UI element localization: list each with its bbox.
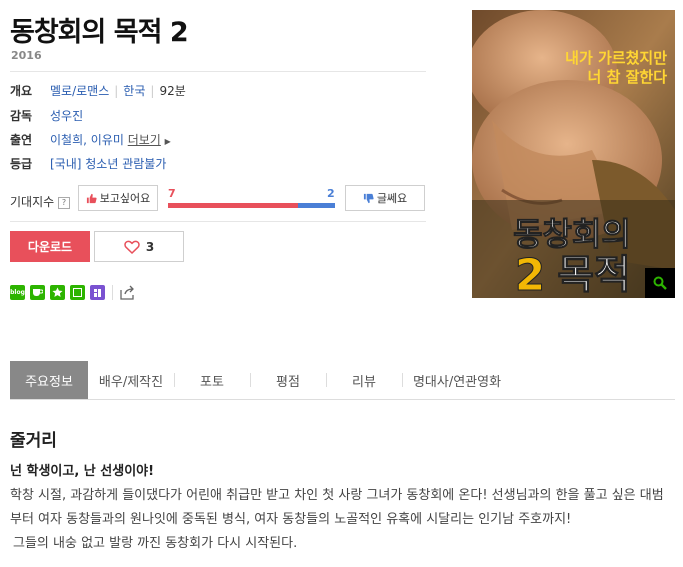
synopsis-body: 학창 시절, 과감하게 들이댔다가 어린애 취급만 받고 차인 첫 사랑 그녀가… [10,484,675,556]
divider [112,285,113,300]
bookmark-star-icon[interactable] [50,285,65,300]
like-button[interactable]: 3 [94,231,184,262]
poster-logo-number: 2 [515,250,546,298]
search-icon [653,276,667,290]
movie-poster[interactable]: 내가 가르쳤지만 너 참 잘한다 동창회의 2 목적 [472,10,675,298]
share-icon[interactable] [120,285,136,300]
cafe-share-icon[interactable] [30,285,45,300]
poster-logo-line-2: 목적 [557,252,631,298]
poster-tagline-line-1: 내가 가르쳤지만 [565,49,667,67]
expectation-bar-want [168,203,299,208]
divider [10,71,426,72]
blog-share-icon[interactable]: blog [10,285,25,300]
help-icon[interactable]: ? [58,196,70,209]
thumbs-up-icon [86,193,97,203]
overview-values: 멜로/로맨스 | 한국 | 92분 [50,84,186,98]
divider [10,221,426,222]
memo-share-icon[interactable] [70,285,85,300]
poster-logo-line-1: 동창회의 [513,215,631,253]
cast-label: 출연 [10,133,33,147]
want-to-see-label: 보고싶어요 [99,192,151,205]
download-button[interactable]: 다운로드 [10,231,90,262]
meh-label: 글쎄요 [376,192,408,205]
tab-reviews-score[interactable]: 평점 [251,361,325,399]
want-to-see-button[interactable]: 보고싶어요 [78,185,158,211]
thumbs-down-icon [363,193,374,203]
rating-link[interactable]: [국내] 청소년 관람불가 [50,155,166,172]
synopsis-line-1: 학창 시절, 과감하게 들이댔다가 어린애 취급만 받고 차인 첫 사랑 그녀가… [10,488,664,527]
tab-review[interactable]: 리뷰 [327,361,401,399]
overview-label: 개요 [10,84,33,98]
meh-button[interactable]: 글쎄요 [345,185,425,211]
share-bar: blog [10,285,136,300]
director-link[interactable]: 성우진 [50,107,83,124]
expect-label: 기대지수 ? [10,193,70,210]
release-year: 2016 [11,49,42,62]
cast-link[interactable]: 이철희, 이유미 [50,133,124,147]
tab-bar: 주요정보 배우/제작진 포토 평점 리뷰 명대사/연관영화 [10,361,675,400]
tab-photo[interactable]: 포토 [175,361,249,399]
director-label: 감독 [10,109,33,123]
rating-label: 등급 [10,157,33,171]
cast-values: 이철희, 이유미 더보기 ▶ [50,131,171,148]
synopsis-line-2: 그들의 내숭 없고 발랑 까진 동창회가 다시 시작된다. [13,536,298,551]
tab-main-info[interactable]: 주요정보 [10,361,88,399]
like-count: 3 [145,239,155,254]
want-count: 7 [168,187,176,200]
genre-link[interactable]: 멜로/로맨스 [50,84,109,98]
chevron-right-icon: ▶ [164,137,171,146]
synopsis-heading: 줄거리 [10,431,57,451]
country-link[interactable]: 한국 [123,84,145,98]
page-title: 동창회의 목적 2 [10,17,189,48]
more-cast-link[interactable]: 더보기 [128,133,161,147]
expectation-bar [168,203,335,208]
zoom-button[interactable] [645,268,675,298]
tab-quotes-related[interactable]: 명대사/연관영화 [403,361,511,399]
band-share-icon[interactable] [90,285,105,300]
tab-cast-crew[interactable]: 배우/제작진 [88,361,174,399]
heart-icon [124,240,140,254]
poster-tagline-line-2: 너 참 잘한다 [588,68,668,86]
poster-image: 내가 가르쳤지만 너 참 잘한다 동창회의 2 목적 [472,10,675,298]
synopsis-tagline: 넌 학생이고, 난 선생이야! [10,464,155,479]
runtime-text: 92분 [159,84,186,98]
meh-count: 2 [327,187,335,200]
